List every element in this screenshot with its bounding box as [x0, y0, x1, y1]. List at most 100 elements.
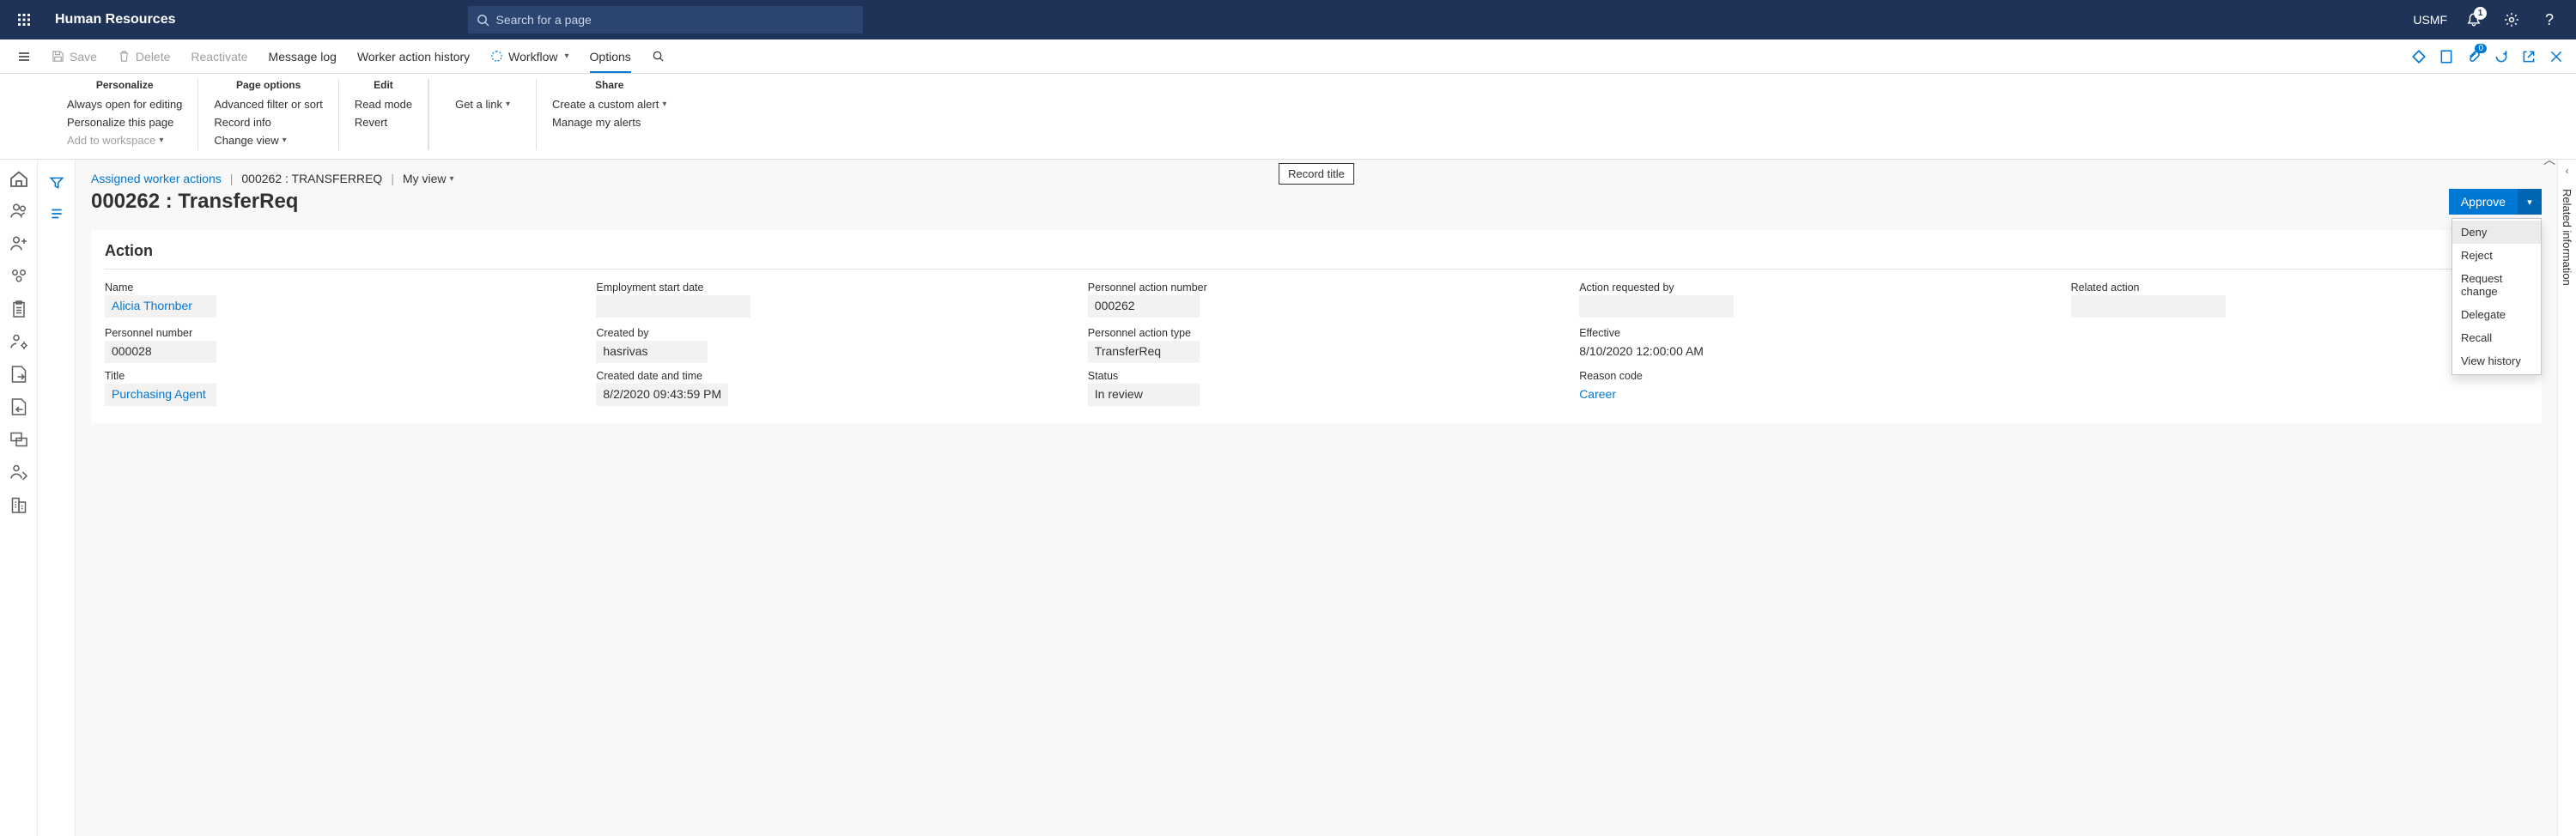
nav-toggle-button[interactable] [7, 39, 41, 73]
nav-home[interactable] [9, 168, 29, 189]
breadcrumb-link-assigned[interactable]: Assigned worker actions [91, 172, 222, 185]
approve-button[interactable]: Approve [2449, 189, 2518, 215]
attachments-badge: 0 [2475, 44, 2487, 53]
delete-label: Delete [136, 50, 170, 64]
message-log-button[interactable]: Message log [258, 39, 347, 73]
nav-cards[interactable] [9, 429, 29, 450]
chevron-down-icon: ▾ [506, 100, 510, 109]
effective-value: 8/10/2020 12:00:00 AM [1579, 341, 1710, 363]
search-input[interactable] [496, 13, 854, 27]
title-link[interactable]: Purchasing Agent [105, 384, 216, 406]
nav-doc-arrow-2[interactable] [9, 397, 29, 417]
filter-button[interactable] [49, 175, 64, 191]
close-button[interactable] [2549, 49, 2564, 64]
change-view-button[interactable]: Change view ▾ [214, 134, 322, 147]
list-button[interactable] [49, 206, 64, 221]
home-icon [9, 168, 29, 189]
field-reason-code: Reason code Career [1579, 370, 2036, 406]
name-link[interactable]: Alicia Thornber [105, 295, 216, 318]
get-link-button[interactable]: Get a link ▾ [455, 98, 510, 111]
app-title: Human Resources [55, 12, 176, 27]
personalize-page-button[interactable]: Personalize this page [67, 116, 182, 129]
refresh-icon [2494, 49, 2509, 64]
employment-start-value [596, 295, 750, 318]
read-mode-button[interactable]: Read mode [355, 98, 412, 111]
record-info-button[interactable]: Record info [214, 116, 322, 129]
worker-action-history-button[interactable]: Worker action history [347, 39, 480, 73]
field-personnel-action-type: Personnel action type TransferReq [1088, 327, 1545, 363]
person-arrow-icon [9, 462, 29, 482]
options-tab[interactable]: Options [580, 39, 641, 73]
company-label[interactable]: USMF [2413, 13, 2447, 27]
nav-person-check[interactable] [9, 462, 29, 482]
funnel-icon [49, 175, 64, 191]
ribbon-title-share: Share [552, 79, 666, 91]
menu-item-reject[interactable]: Reject [2452, 244, 2541, 267]
advanced-filter-button[interactable]: Advanced filter or sort [214, 98, 322, 111]
approve-menu-button[interactable]: ▾ [2518, 189, 2542, 215]
nav-clipboard[interactable] [9, 299, 29, 319]
approve-split-button: Approve ▾ Deny Reject Request change Del… [2449, 189, 2542, 215]
ribbon-group-page-options: Page options Advanced filter or sort Rec… [198, 79, 338, 150]
app-launcher-button[interactable] [7, 13, 41, 27]
created-datetime-value: 8/2/2020 09:43:59 PM [596, 384, 728, 406]
attachments-button[interactable]: 0 [2466, 49, 2482, 64]
list-icon [49, 206, 64, 221]
group-icon [9, 266, 29, 287]
field-title: Title Purchasing Agent [105, 370, 562, 406]
nav-building[interactable] [9, 494, 29, 515]
power-apps-button[interactable] [2411, 49, 2427, 64]
page-title: 000262 : TransferReq [91, 190, 298, 214]
field-name: Name Alicia Thornber [105, 282, 562, 320]
chevron-down-icon: ▾ [450, 174, 454, 184]
document-icon [2439, 49, 2454, 64]
always-open-editing-button[interactable]: Always open for editing [67, 98, 182, 111]
manage-my-alerts-button[interactable]: Manage my alerts [552, 116, 666, 129]
menu-item-request-change[interactable]: Request change [2452, 267, 2541, 303]
field-personnel-action-number: Personnel action number 000262 [1088, 282, 1545, 320]
people-icon [9, 201, 29, 221]
chevron-down-icon: ▾ [283, 136, 287, 145]
ribbon-group-personalize: Personalize Always open for editing Pers… [52, 79, 198, 150]
menu-item-delegate[interactable]: Delegate [2452, 303, 2541, 326]
workflow-button[interactable]: Workflow▾ [480, 39, 579, 73]
refresh-button[interactable] [2494, 49, 2509, 64]
chevron-down-icon: ▾ [159, 136, 163, 145]
ribbon-group-share: Get a link ▾ [428, 79, 537, 150]
nav-doc-arrow[interactable] [9, 364, 29, 385]
menu-item-view-history[interactable]: View history [2452, 349, 2541, 373]
nav-people[interactable] [9, 201, 29, 221]
field-personnel-number: Personnel number 000028 [105, 327, 562, 363]
settings-button[interactable] [2499, 7, 2524, 33]
command-bar: Save Delete Reactivate Message log Worke… [0, 39, 2576, 74]
revert-button[interactable]: Revert [355, 116, 412, 129]
create-custom-alert-button[interactable]: Create a custom alert ▾ [552, 98, 666, 111]
office-add-in-button[interactable] [2439, 49, 2454, 64]
related-info-rail[interactable]: ‹ Related information [2557, 160, 2576, 836]
nav-person-gear[interactable] [9, 331, 29, 352]
person-gear-icon [9, 331, 29, 352]
search-box[interactable] [468, 6, 863, 33]
popout-button[interactable] [2521, 49, 2537, 64]
cards-icon [9, 429, 29, 450]
notifications-button[interactable]: 1 [2461, 7, 2487, 33]
reason-code-link[interactable]: Career [1579, 384, 1691, 406]
left-nav-rail [0, 160, 38, 836]
search-icon [477, 14, 489, 27]
nav-group[interactable] [9, 266, 29, 287]
help-button[interactable]: ? [2537, 7, 2562, 33]
person-plus-icon [9, 233, 29, 254]
field-employment-start: Employment start date [596, 282, 1053, 320]
save-icon [52, 50, 64, 63]
nav-person-plus[interactable] [9, 233, 29, 254]
popout-icon [2521, 49, 2537, 64]
personnel-action-type-value: TransferReq [1088, 341, 1200, 363]
menu-item-deny[interactable]: Deny [2452, 221, 2541, 244]
find-button[interactable] [641, 39, 675, 73]
card-title: Action [105, 242, 153, 260]
delete-button: Delete [107, 39, 180, 73]
my-view-dropdown[interactable]: My view ▾ [403, 172, 454, 185]
menu-item-recall[interactable]: Recall [2452, 326, 2541, 349]
action-card: Action 8/10/2020 12:0 Name Alicia Thornb… [91, 230, 2542, 423]
chevron-down-icon: ▾ [2527, 197, 2532, 208]
